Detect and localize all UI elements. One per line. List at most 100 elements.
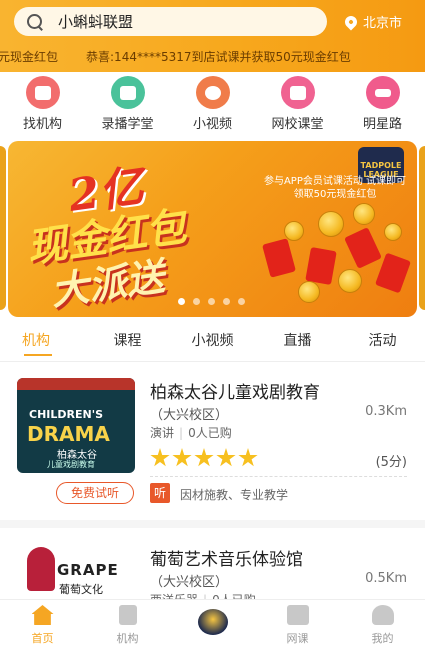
gold-coin-icon: [298, 281, 320, 303]
city-label: 北京市: [363, 16, 403, 31]
active-tab-indicator: [24, 354, 52, 356]
tab-live[interactable]: 直播: [255, 326, 340, 358]
quicknav-label: 网校课堂: [271, 117, 324, 132]
red-envelope-icon: [374, 252, 412, 294]
promo-banner[interactable]: 2亿 现金红包 大派送 TADPOLE LEAGUE 参与APP会员试课活动 试…: [8, 141, 417, 317]
rating-stars: [150, 448, 258, 468]
banner-subtitle: 参与APP会员试课活动 试课即可领取50元现金红包: [263, 176, 407, 200]
gold-coin-icon: [384, 223, 402, 241]
thumb-line1: CHILDREN'S: [29, 408, 103, 421]
institution-title: 葡萄艺术音乐体验馆: [150, 550, 303, 570]
tab-label: 机构: [22, 333, 50, 349]
tab-course[interactable]: 课程: [85, 326, 170, 358]
quicknav-label: 明星路: [362, 117, 402, 132]
rating-score: (5分): [375, 455, 407, 470]
gold-coin-icon: [338, 269, 362, 293]
institution-campus: （大兴校区）: [150, 575, 229, 590]
institution-thumbnail: CHILDREN'S DRAMA 柏森太谷 儿童戏剧教育: [17, 378, 135, 473]
nav-label: 网课: [286, 632, 309, 645]
banner-next-edge: [419, 146, 425, 310]
institution-title: 柏森太谷儿童戏剧教育: [150, 383, 320, 403]
thumb-stripe: [17, 378, 135, 390]
dashed-divider: [150, 476, 407, 477]
carousel-indicator: [178, 298, 245, 305]
thumb-line4: 儿童戏剧教育: [47, 460, 95, 469]
book-icon: [286, 605, 309, 625]
nav-tadpole-center[interactable]: [170, 600, 255, 654]
tab-short-video[interactable]: 小视频: [170, 326, 255, 358]
video-camera-icon: [280, 76, 315, 109]
quicknav-star-road[interactable]: 明星路: [340, 72, 425, 132]
tab-institution[interactable]: 机构: [0, 326, 85, 358]
location-pin-icon: [342, 13, 360, 30]
section-gap: [0, 520, 425, 528]
thumb-line1: GRAPE: [57, 561, 119, 579]
red-envelope-icon: [262, 238, 296, 278]
quicknav-label: 录播学堂: [101, 117, 154, 132]
divider: [0, 361, 425, 362]
grape-logo-icon: [27, 547, 55, 591]
banner-prev-edge: [0, 146, 6, 310]
institution-distance: 0.5Km: [365, 571, 407, 586]
nav-institution[interactable]: 机构: [85, 600, 170, 654]
institution-meta: 演讲 | 0人已购: [150, 426, 232, 440]
quicknav-find-institution[interactable]: 找机构: [0, 72, 85, 132]
tab-label: 直播: [283, 333, 312, 349]
announcement-ticker: 元现金红包 恭喜:144****5317到店试课并获取50元现金红包: [0, 48, 425, 70]
institution-distance: 0.3Km: [365, 404, 407, 419]
institution-features: 因材施教、专业教学: [180, 488, 289, 502]
gold-coin-icon: [318, 211, 344, 237]
search-bar[interactable]: 小蝌蚪联盟: [14, 7, 327, 36]
carousel-dot[interactable]: [238, 298, 245, 305]
star-icon: [216, 448, 236, 467]
search-input[interactable]: 小蝌蚪联盟: [58, 11, 133, 32]
building-icon: [118, 605, 137, 625]
play-icon: [195, 76, 230, 109]
quicknav-label: 找机构: [22, 117, 62, 132]
tab-label: 活动: [368, 333, 397, 349]
institution-bought: 0人已购: [188, 426, 232, 440]
house-icon: [25, 76, 60, 109]
quicknav-recorded-class[interactable]: 录播学堂: [85, 72, 170, 132]
red-envelope-icon: [305, 247, 337, 285]
nav-online-course[interactable]: 网课: [255, 600, 340, 654]
chat-icon: [365, 76, 400, 109]
carousel-dot[interactable]: [208, 298, 215, 305]
star-icon: [172, 448, 192, 467]
quick-nav: 找机构 录播学堂 小视频 网校课堂 明星路: [0, 72, 425, 132]
home-icon: [31, 605, 54, 625]
quicknav-label: 小视频: [192, 117, 232, 132]
institution-category: 演讲: [150, 426, 175, 440]
tab-label: 小视频: [191, 333, 234, 349]
carousel-dot[interactable]: [178, 298, 185, 305]
red-envelope-icon: [344, 227, 382, 269]
nav-mine[interactable]: 我的: [340, 600, 425, 654]
header: 小蝌蚪联盟 北京市 元现金红包 恭喜:144****5317到店试课并获取50元…: [0, 0, 425, 72]
star-icon: [194, 448, 214, 467]
institution-campus: （大兴校区）: [150, 408, 229, 423]
nav-label: 首页: [31, 632, 54, 645]
ticker-prev: 元现金红包: [0, 50, 59, 64]
quicknav-online-class[interactable]: 网校课堂: [255, 72, 340, 132]
ticker-current: 恭喜:144****5317到店试课并获取50元现金红包: [86, 50, 351, 64]
thumb-line2: DRAMA: [27, 422, 110, 446]
gold-coin-icon: [284, 221, 304, 241]
star-icon: [238, 448, 258, 467]
thumb-line2: 葡萄文化: [59, 583, 103, 596]
city-selector[interactable]: 北京市: [342, 12, 403, 31]
person-icon: [371, 605, 394, 625]
tab-activity[interactable]: 活动: [340, 326, 425, 358]
notebook-icon: [110, 76, 145, 109]
carousel-dot[interactable]: [193, 298, 200, 305]
star-icon: [150, 448, 170, 467]
carousel-dot[interactable]: [223, 298, 230, 305]
bottom-nav: 首页 机构 网课 我的: [0, 599, 425, 654]
quicknav-short-video[interactable]: 小视频: [170, 72, 255, 132]
category-tabs: 机构 课程 小视频 直播 活动: [0, 326, 425, 358]
tab-label: 课程: [113, 333, 142, 349]
search-icon: [26, 13, 44, 31]
free-trial-button[interactable]: 免费试听: [56, 482, 134, 504]
tadpole-logo-icon: [197, 609, 228, 635]
nav-home[interactable]: 首页: [0, 600, 85, 654]
gold-coin-icon: [353, 203, 375, 225]
